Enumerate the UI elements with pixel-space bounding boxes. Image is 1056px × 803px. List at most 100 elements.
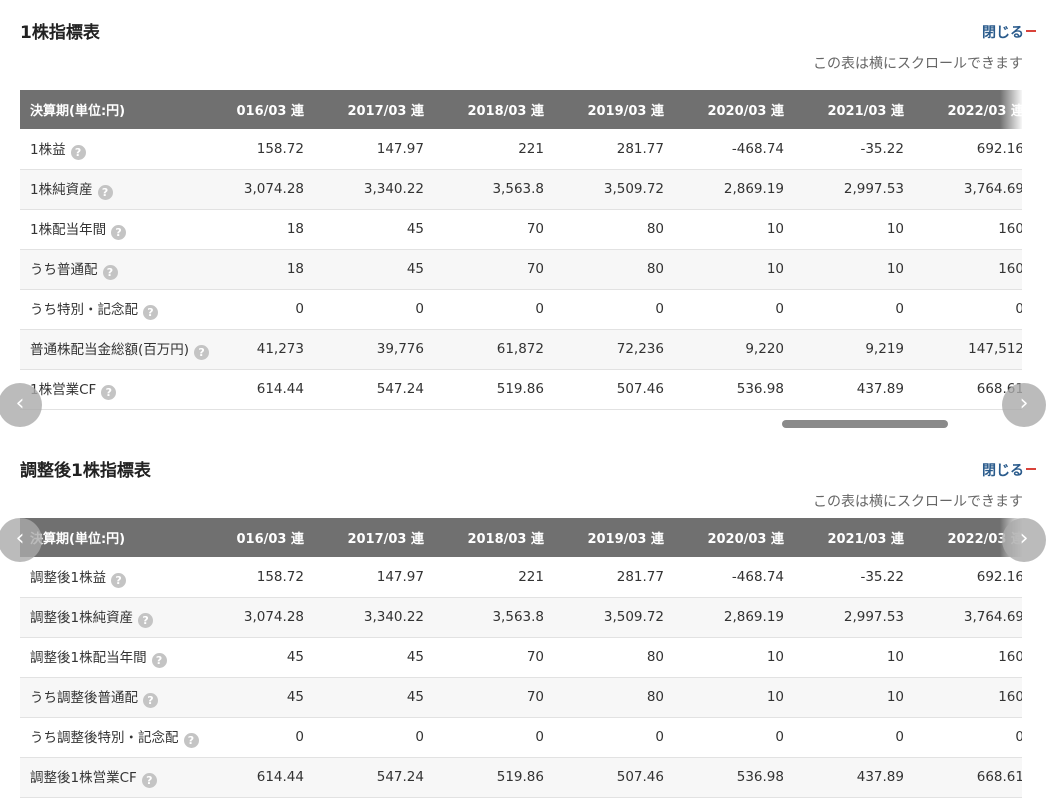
help-icon[interactable]: ? (151, 653, 167, 668)
value-cell: 519.86 (496, 769, 544, 785)
row-label-cell: 1株配当年間? (20, 209, 200, 249)
value-cell: 45 (406, 221, 424, 237)
table-row: 1株営業CF? 614.44 547.24 519.86 507.46 536.98 437… (20, 369, 1022, 409)
help-icon[interactable]: ? (97, 185, 113, 200)
value-cell: 45 (406, 689, 424, 705)
row-label: 普通株配当金総額(百万円) (30, 342, 190, 358)
value-cell: 0 (1015, 301, 1022, 317)
close-button[interactable]: 閉じる (982, 22, 1024, 42)
table-scroll-area[interactable]: 決算期(単位:円) 016/03 連 2017/03 連 2018/03 連 2019/… (20, 90, 1022, 410)
value-cell: 80 (646, 221, 664, 237)
row-label: 調整後1株配当年間 (30, 650, 147, 666)
value-cell: 668.61 (976, 769, 1022, 785)
column-header: 016/03 連 (200, 518, 320, 557)
close-button[interactable]: 閉じる (982, 460, 1024, 480)
value-cell: 160 (998, 221, 1022, 237)
value-cell: 39,776 (376, 341, 424, 357)
column-header: 2020/03 連 (680, 518, 800, 557)
value-cell: 45 (406, 649, 424, 665)
table-row: 1株配当年間? 18 45 70 80 10 10 160 (20, 209, 1022, 249)
table-row: うち普通配? 18 45 70 80 10 10 160 (20, 249, 1022, 289)
value-cell: 3,509.72 (603, 181, 664, 197)
value-cell: 9,220 (745, 341, 784, 357)
value-cell: 692.16 (976, 140, 1022, 157)
value-cell: 70 (526, 261, 544, 277)
value-cell: 160 (998, 649, 1022, 665)
column-header: 2021/03 連 (800, 518, 920, 557)
value-cell: 3,340.22 (363, 181, 424, 197)
column-header: 2019/03 連 (560, 518, 680, 557)
row-label: うち調整後普通配 (30, 690, 138, 706)
row-label-cell: うち普通配? (20, 249, 200, 289)
section-title: 1株指標表 (20, 23, 100, 43)
chevron-left-icon: ‹ (15, 526, 25, 551)
value-cell: 80 (646, 689, 664, 705)
adjusted-per-share-indicators-section: 調整後1株指標表 閉じる この表は横にスクロールできます 決算期(単位:円) 01… (0, 438, 1056, 797)
value-cell: -468.74 (731, 568, 784, 585)
value-cell: 0 (415, 301, 424, 317)
minus-icon[interactable] (1026, 23, 1036, 37)
value-cell: 2,869.19 (723, 609, 784, 625)
value-cell: 3,764.69 (963, 181, 1022, 197)
row-label: うち特別・記念配 (30, 302, 138, 318)
help-icon[interactable]: ? (183, 733, 199, 748)
help-icon[interactable]: ? (111, 225, 127, 240)
row-label-cell: 調整後1株純資産? (20, 597, 200, 637)
horizontal-scrollbar[interactable] (782, 420, 948, 428)
value-cell: 18 (286, 221, 304, 237)
table-row: 調整後1株営業CF? 614.44 547.24 519.86 507.46 536.98… (20, 757, 1022, 797)
scroll-right-button[interactable]: › (1002, 518, 1046, 562)
table-row: 1株純資産? 3,074.28 3,340.22 3,563.8 3,509.72 2,8… (20, 169, 1022, 209)
help-icon[interactable]: ? (101, 385, 117, 400)
row-label-cell: 調整後1株配当年間? (20, 637, 200, 677)
chevron-right-icon: › (1019, 391, 1029, 416)
value-cell: 70 (526, 649, 544, 665)
row-label: 調整後1株益 (30, 569, 107, 586)
value-cell: 160 (998, 261, 1022, 277)
value-cell: 3,509.72 (603, 609, 664, 625)
minus-icon[interactable] (1026, 461, 1036, 475)
table-row: うち特別・記念配? 0 0 0 0 0 0 0 (20, 289, 1022, 329)
scroll-left-button[interactable]: ‹ (0, 518, 42, 562)
scroll-left-button[interactable]: ‹ (0, 383, 42, 427)
table-row: うち調整後特別・記念配? 0 0 0 0 0 0 0 (20, 717, 1022, 757)
row-label-cell: 調整後1株営業CF? (20, 757, 200, 797)
value-cell: 45 (286, 649, 304, 665)
value-cell: 2,997.53 (843, 181, 904, 197)
value-cell: 3,563.8 (492, 181, 544, 197)
value-cell: 160 (998, 689, 1022, 705)
value-cell: 10 (766, 689, 784, 705)
table-row: 調整後1株純資産? 3,074.28 3,340.22 3,563.8 3,509.72… (20, 597, 1022, 637)
value-cell: -35.22 (860, 140, 904, 157)
value-cell: 147.97 (376, 568, 424, 585)
value-cell: 507.46 (616, 381, 664, 397)
help-icon[interactable]: ? (111, 572, 127, 588)
value-cell: 9,219 (865, 341, 904, 357)
scroll-right-button[interactable]: › (1002, 383, 1046, 427)
chevron-left-icon: ‹ (15, 391, 25, 416)
row-label: うち普通配 (30, 262, 98, 278)
row-label-cell: 1株純資産? (20, 169, 200, 209)
value-cell: 158.72 (256, 568, 304, 585)
help-icon[interactable]: ? (194, 345, 210, 360)
value-cell: 0 (775, 729, 784, 745)
value-cell: 41,273 (256, 341, 304, 357)
column-header: 2022/03 連 (920, 90, 1022, 129)
table-row: 1株益? 158.72 147.97 221 281.77 -468.74 -35.22 69… (20, 129, 1022, 169)
value-cell: 72,236 (616, 341, 664, 357)
value-cell: 0 (655, 301, 664, 317)
help-icon[interactable]: ? (143, 693, 158, 708)
help-icon[interactable]: ? (141, 773, 157, 788)
value-cell: 0 (415, 729, 424, 745)
value-cell: 0 (895, 301, 904, 317)
help-icon[interactable]: ? (143, 305, 158, 320)
value-cell: 0 (655, 729, 664, 745)
value-cell: 437.89 (856, 769, 904, 785)
help-icon[interactable]: ? (102, 265, 118, 280)
help-icon[interactable]: ? (138, 613, 154, 628)
help-icon[interactable]: ? (70, 144, 86, 160)
table-scroll-area[interactable]: 決算期(単位:円) 016/03 連 2017/03 連 2018/03 連 2019/… (20, 518, 1022, 800)
value-cell: 614.44 (256, 381, 304, 397)
row-label-cell: うち特別・記念配? (20, 289, 200, 329)
value-cell: -468.74 (731, 140, 784, 157)
